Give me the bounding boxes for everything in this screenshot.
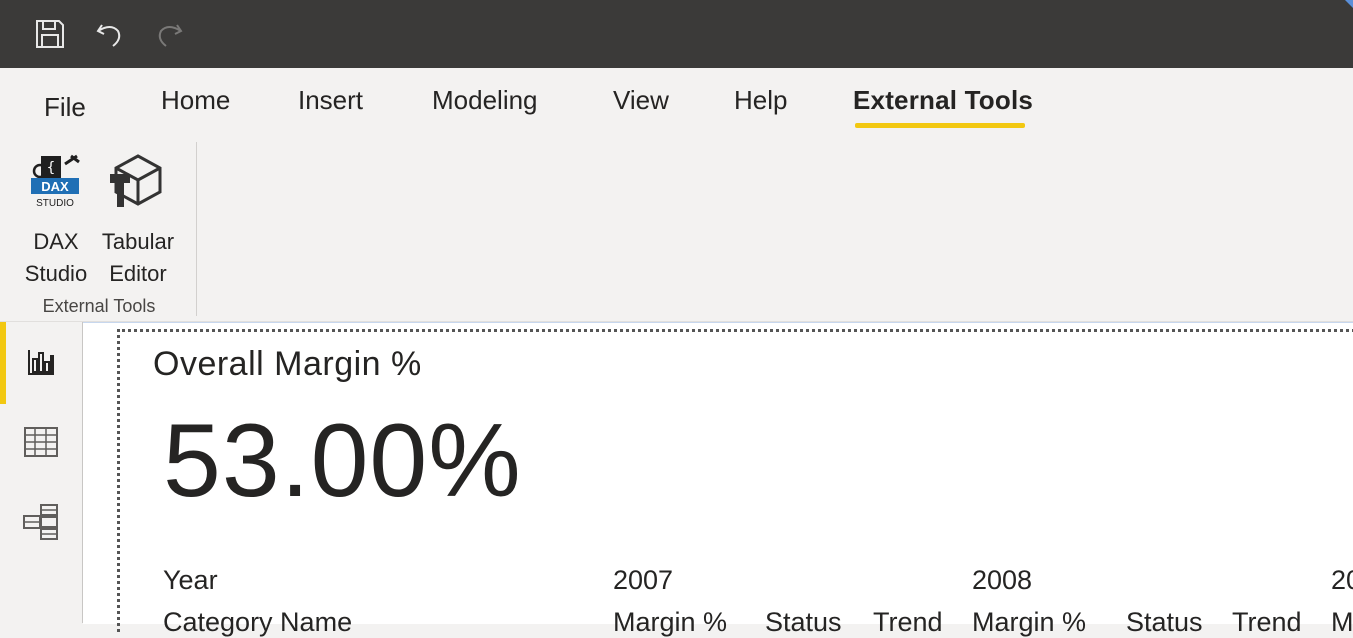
dax-logo-text: DAX: [41, 179, 69, 194]
tabular-editor-label-line1: Tabular: [101, 229, 175, 254]
report-view-button[interactable]: [0, 322, 82, 402]
data-view-icon: [24, 427, 58, 457]
ribbon-group-label: External Tools: [42, 296, 156, 316]
tab-home[interactable]: Home: [161, 85, 230, 116]
active-tab-indicator: [855, 123, 1025, 128]
tabular-editor-button[interactable]: Tabular Editor: [98, 144, 178, 290]
save-button[interactable]: [32, 16, 68, 52]
redo-button[interactable]: [152, 16, 188, 52]
tab-file[interactable]: File: [44, 92, 86, 123]
ribbon-panel: { DAX STUDIO DAX Studio Tabular Editor: [0, 138, 1353, 322]
model-view-icon: [23, 504, 58, 540]
report-canvas[interactable]: Overall Margin % 53.00% Year 2007 2008 2…: [83, 322, 1353, 637]
window-corner-accent: [1345, 0, 1353, 8]
studio-logo-text: STUDIO: [36, 198, 74, 209]
title-bar: [0, 0, 1353, 68]
dax-studio-label-line2: Studio: [24, 261, 88, 286]
matrix-year-header[interactable]: 2007: [613, 565, 673, 596]
ribbon-group-divider: [196, 142, 197, 316]
model-view-button[interactable]: [0, 482, 82, 562]
data-view-button[interactable]: [0, 402, 82, 482]
ribbon-tabs: File Home Insert Modeling View Help Exte…: [0, 68, 1353, 138]
tab-help[interactable]: Help: [734, 85, 787, 116]
redo-icon: [158, 24, 183, 47]
report-view-icon: [28, 350, 54, 375]
tab-external-tools[interactable]: External Tools: [853, 85, 1033, 116]
save-icon: [36, 20, 64, 48]
tabular-editor-label-line2: Editor: [109, 261, 167, 286]
tab-insert[interactable]: Insert: [298, 85, 363, 116]
svg-text:{: {: [47, 160, 55, 176]
tabular-editor-icon: [110, 154, 162, 207]
dax-studio-icon: { DAX STUDIO: [31, 154, 80, 209]
matrix-year-header[interactable]: 20: [1331, 565, 1353, 596]
matrix-year-header[interactable]: 2008: [972, 565, 1032, 596]
tab-view[interactable]: View: [613, 85, 669, 116]
undo-icon: [96, 24, 121, 47]
undo-button[interactable]: [91, 16, 127, 52]
dax-studio-button[interactable]: { DAX STUDIO DAX Studio: [22, 144, 90, 290]
dax-studio-label-line1: DAX: [33, 229, 79, 254]
matrix-row-header-year: Year: [163, 565, 218, 595]
card-value: 53.00%: [163, 403, 522, 519]
view-switcher-rail: [0, 322, 83, 623]
tab-modeling[interactable]: Modeling: [432, 85, 538, 116]
card-title: Overall Margin %: [153, 345, 422, 383]
